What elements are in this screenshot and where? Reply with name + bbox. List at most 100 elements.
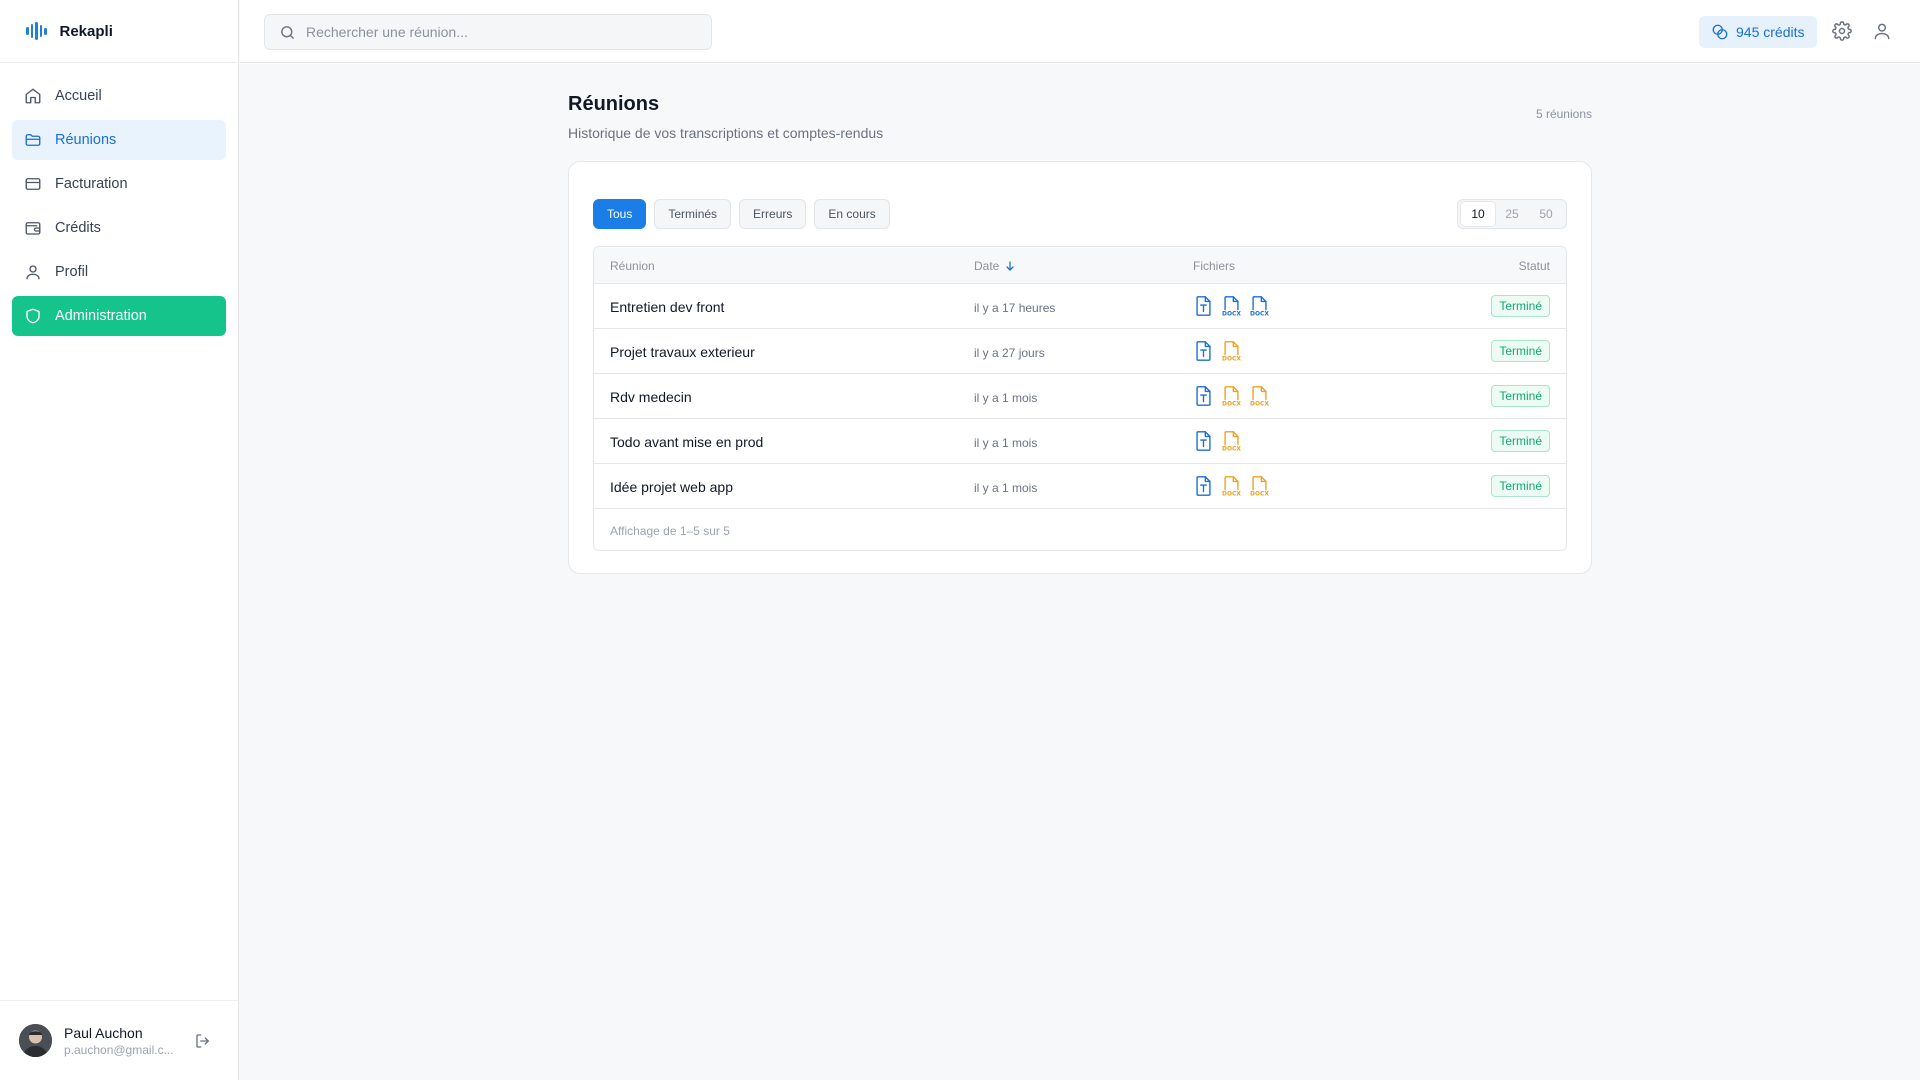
user-icon — [26, 265, 40, 280]
sidebar-item-facturation[interactable]: Facturation — [12, 164, 226, 204]
meeting-count: 5 réunions — [1535, 107, 1592, 121]
page-size-50[interactable]: 50 — [1529, 202, 1563, 226]
docx-file-icon[interactable]: DOCX — [1220, 385, 1243, 407]
svg-text:DOCX: DOCX — [1222, 446, 1241, 452]
avatar[interactable] — [19, 1024, 52, 1057]
filter-tabs: Tous Terminés Erreurs En cours — [593, 199, 890, 229]
text-file-icon[interactable] — [1192, 385, 1215, 407]
sidebar-item-label: Administration — [55, 308, 147, 324]
sidebar-item-reunions[interactable]: Réunions — [12, 120, 226, 160]
sidebar-item-profil[interactable]: Profil — [12, 252, 226, 292]
gear-icon[interactable] — [1832, 21, 1852, 41]
audio-wave-icon — [26, 22, 47, 40]
page-header: Réunions Historique de vos transcription… — [568, 93, 1592, 141]
page-subtitle: Historique de vos transcriptions et comp… — [568, 125, 884, 141]
meeting-date: il y a 1 mois — [974, 391, 1038, 405]
credit-card-icon — [25, 178, 41, 190]
docx-file-icon[interactable]: DOCX — [1220, 295, 1243, 317]
page-title: Réunions — [568, 93, 660, 115]
sidebar: Rekapli Accueil Réunions Facturation Cré… — [0, 0, 239, 1080]
meeting-date: il y a 1 mois — [974, 481, 1038, 495]
table-header: Réunion Date Fichiers Statut — [594, 247, 1566, 284]
sidebar-item-label: Facturation — [55, 176, 128, 192]
table-row[interactable]: Rdv medecin il y a 1 mois DOCX DOCX Terminé — [594, 374, 1566, 419]
docx-file-icon[interactable]: DOCX — [1220, 340, 1243, 362]
credits-button[interactable]: 945 crédits — [1699, 16, 1817, 48]
docx-file-icon[interactable]: DOCX — [1248, 295, 1271, 317]
svg-text:DOCX: DOCX — [1222, 491, 1241, 497]
wallet-icon — [25, 222, 41, 235]
meetings-table: Réunion Date Fichiers Statut Entretien d… — [593, 246, 1567, 551]
meeting-name[interactable]: Idée projet web app — [610, 479, 733, 495]
meeting-name[interactable]: Rdv medecin — [610, 389, 692, 405]
home-icon — [25, 88, 41, 104]
meeting-date: il y a 27 jours — [974, 346, 1045, 360]
sidebar-item-accueil[interactable]: Accueil — [12, 76, 226, 116]
sidebar-item-label: Accueil — [55, 88, 102, 104]
folder-icon — [25, 134, 41, 146]
header-date-label: Date — [974, 259, 1000, 273]
status-badge: Terminé — [1491, 295, 1550, 317]
docx-file-icon[interactable]: DOCX — [1248, 385, 1271, 407]
sidebar-item-label: Profil — [55, 264, 89, 280]
table-row[interactable]: Idée projet web app il y a 1 mois DOCX DOCX… — [594, 464, 1566, 509]
header-reunion[interactable]: Réunion — [610, 259, 655, 273]
docx-file-icon[interactable]: DOCX — [1220, 430, 1243, 452]
meeting-name[interactable]: Entretien dev front — [610, 299, 724, 315]
text-file-icon[interactable] — [1192, 295, 1215, 317]
filter-termines[interactable]: Terminés — [654, 199, 732, 229]
arrow-down-icon — [1006, 261, 1014, 271]
meeting-date: il y a 17 heures — [974, 301, 1056, 315]
text-file-icon[interactable] — [1192, 430, 1215, 452]
filter-tous[interactable]: Tous — [593, 199, 647, 229]
table-row[interactable]: Entretien dev front il y a 17 heures DOCX D… — [594, 284, 1566, 329]
header-fichiers: Fichiers — [1193, 259, 1236, 273]
meeting-date: il y a 1 mois — [974, 436, 1038, 450]
status-badge: Terminé — [1491, 430, 1550, 452]
sidebar-item-label: Crédits — [55, 220, 101, 236]
search-icon — [281, 25, 294, 39]
user-menu-icon[interactable] — [1872, 21, 1892, 41]
sidebar-item-administration[interactable]: Administration — [12, 296, 226, 336]
sidebar-item-label: Réunions — [55, 132, 117, 148]
header-statut: Statut — [1518, 259, 1550, 273]
table-row[interactable]: Projet travaux exterieur il y a 27 jours D… — [594, 329, 1566, 374]
brand[interactable]: Rekapli — [0, 0, 238, 63]
avatar-photo-icon — [19, 1024, 52, 1057]
status-badge: Terminé — [1491, 475, 1550, 497]
meeting-files: DOCX — [1192, 340, 1243, 362]
svg-text:DOCX: DOCX — [1250, 401, 1269, 407]
user-email: p.auchon@gmail.c... — [64, 1042, 174, 1057]
text-file-icon[interactable] — [1192, 340, 1215, 362]
filter-erreurs[interactable]: Erreurs — [739, 199, 807, 229]
credits-label: 945 crédits — [1736, 24, 1805, 40]
page-size-25[interactable]: 25 — [1495, 202, 1529, 226]
table-footer: Affichage de 1–5 sur 5 — [594, 509, 1566, 549]
text-file-icon[interactable] — [1192, 475, 1215, 497]
docx-file-icon[interactable]: DOCX — [1220, 475, 1243, 497]
sidebar-nav: Accueil Réunions Facturation Crédits Pro… — [0, 76, 238, 336]
svg-text:DOCX: DOCX — [1222, 311, 1241, 317]
docx-file-icon[interactable]: DOCX — [1248, 475, 1271, 497]
topbar: 945 crédits — [240, 0, 1920, 63]
meeting-files: DOCX — [1192, 430, 1243, 452]
search-input[interactable] — [306, 24, 686, 40]
coins-icon — [1712, 24, 1728, 40]
page-size-10[interactable]: 10 — [1461, 202, 1495, 226]
user-name: Paul Auchon — [64, 1024, 143, 1041]
svg-text:DOCX: DOCX — [1250, 311, 1269, 317]
status-badge: Terminé — [1491, 340, 1550, 362]
meeting-files: DOCX DOCX — [1192, 295, 1271, 317]
meeting-name[interactable]: Projet travaux exterieur — [610, 344, 755, 360]
table-row[interactable]: Todo avant mise en prod il y a 1 mois DOCX… — [594, 419, 1566, 464]
status-badge: Terminé — [1491, 385, 1550, 407]
meeting-name[interactable]: Todo avant mise en prod — [610, 434, 763, 450]
logout-icon[interactable] — [194, 1032, 212, 1050]
sidebar-item-credits[interactable]: Crédits — [12, 208, 226, 248]
filter-en-cours[interactable]: En cours — [814, 199, 890, 229]
header-date[interactable]: Date — [974, 259, 1016, 273]
shield-icon — [26, 308, 40, 324]
user-card: Paul Auchon p.auchon@gmail.c... — [0, 1000, 238, 1080]
svg-text:DOCX: DOCX — [1222, 401, 1241, 407]
search-box — [264, 14, 712, 50]
